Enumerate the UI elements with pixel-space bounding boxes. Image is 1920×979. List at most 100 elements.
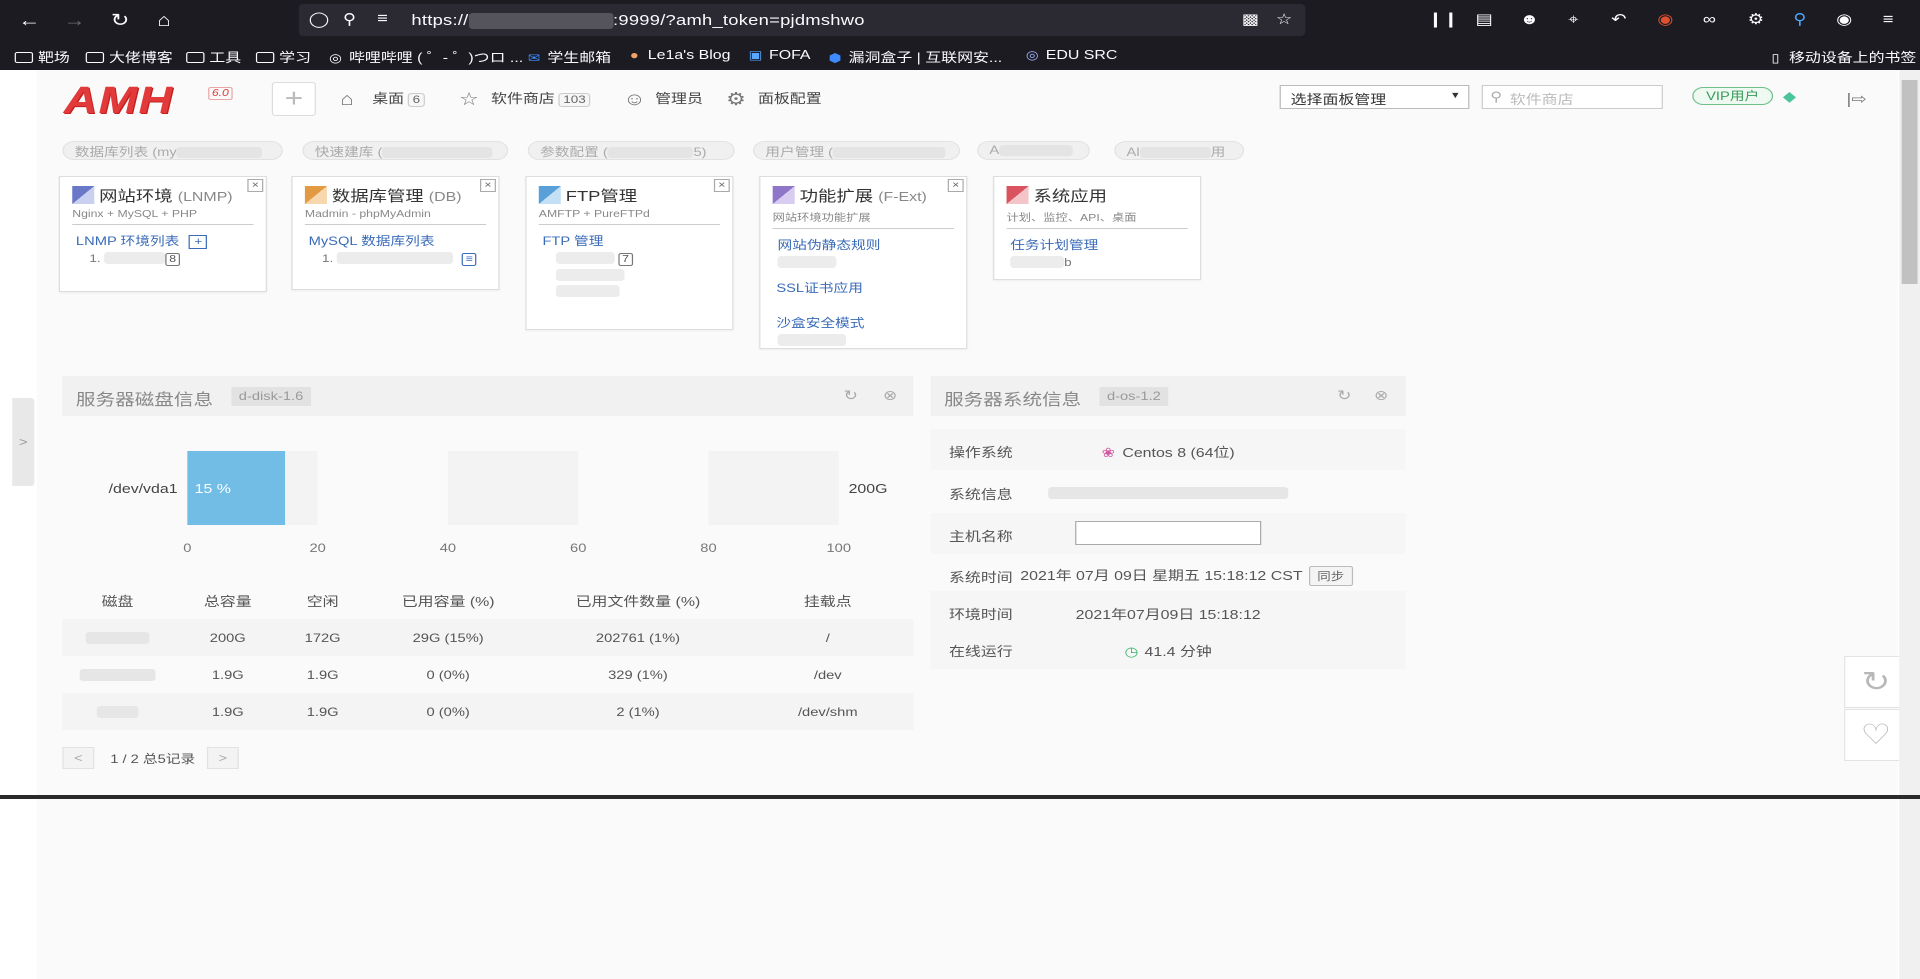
add-icon[interactable]: + bbox=[189, 235, 208, 249]
card-item[interactable] bbox=[555, 269, 720, 282]
redacted bbox=[555, 252, 615, 264]
redacted bbox=[833, 147, 946, 159]
store-search-input[interactable]: ⚲ 软件商店 bbox=[1481, 85, 1663, 109]
clock-icon: ◷ bbox=[1124, 644, 1139, 659]
menu-hamburger-icon[interactable]: ≡ bbox=[1876, 10, 1900, 30]
bookmark-item[interactable]: 学习 bbox=[255, 47, 311, 66]
nav-panel-config[interactable]: ⚙ 面板配置 bbox=[726, 88, 822, 110]
scrollbar-thumb[interactable] bbox=[1901, 80, 1918, 284]
card-item[interactable]: 7 bbox=[555, 252, 720, 266]
card-link[interactable]: 沙盒安全模式 bbox=[776, 314, 954, 331]
panel-select[interactable]: 选择面板管理 ▼ bbox=[1279, 85, 1470, 109]
quick-tab[interactable]: 数据库列表 (my bbox=[62, 141, 283, 160]
table-cell: 202761 (1%) bbox=[533, 619, 743, 656]
row-value: ❀ Centos 8 (64位) bbox=[931, 442, 1406, 461]
quick-tab-label: A bbox=[989, 143, 1000, 157]
undo-icon[interactable]: ↶ bbox=[1607, 10, 1631, 30]
item-count: 8 bbox=[165, 253, 180, 266]
quick-tab[interactable]: 用户管理 ( bbox=[753, 141, 961, 160]
forward-arrow-icon[interactable]: → bbox=[60, 8, 89, 32]
extension-hackbar-icon[interactable]: ⚙ bbox=[1744, 10, 1768, 30]
bookmark-item[interactable]: ✉ 学生邮箱 bbox=[525, 47, 611, 66]
redacted bbox=[96, 706, 139, 719]
card-link[interactable]: SSL证书应用 bbox=[776, 279, 954, 296]
refresh-icon[interactable]: ↻ bbox=[844, 387, 858, 404]
sidebar-toggle[interactable]: > bbox=[12, 398, 35, 486]
user-icon: ☺ bbox=[623, 89, 646, 109]
card-title[interactable]: 网站环境 bbox=[99, 188, 172, 205]
bookmark-star-icon[interactable]: ☆ bbox=[1276, 10, 1292, 28]
quick-tab[interactable]: 参数配置 (5) bbox=[527, 141, 735, 160]
card-subtitle: 计划、监控、API、桌面 bbox=[1006, 209, 1188, 229]
card-link[interactable]: MySQL 数据库列表 bbox=[309, 232, 487, 249]
bookmark-item[interactable]: 大佬博客 bbox=[85, 47, 173, 66]
reload-icon[interactable]: ↻ bbox=[105, 8, 134, 32]
permissions-icon[interactable]: ≡ bbox=[377, 10, 388, 27]
nav-desktop[interactable]: ⌂ 桌面 6 bbox=[340, 88, 426, 110]
nav-admin[interactable]: ☺ 管理员 bbox=[623, 88, 703, 110]
library-icon[interactable]: ❙❙ bbox=[1428, 10, 1459, 30]
card-link[interactable]: LNMP 环境列表 + bbox=[76, 232, 254, 249]
nav-app-store[interactable]: ☆ 软件商店 103 bbox=[459, 88, 591, 110]
bookmark-item[interactable]: ● Le1a's Blog bbox=[626, 47, 731, 62]
block-title: 服务器系统信息 bbox=[944, 392, 1082, 409]
bookmark-item[interactable]: ⬢ 漏洞盒子 | 互联网安... bbox=[827, 47, 1002, 66]
add-shortcut-button[interactable]: + bbox=[271, 82, 316, 116]
shield-icon[interactable]: ◯ bbox=[309, 10, 330, 28]
back-arrow-icon[interactable]: ← bbox=[15, 8, 44, 32]
hostname-input[interactable] bbox=[1075, 521, 1262, 545]
x-tick-label: 100 bbox=[827, 541, 852, 554]
card-title[interactable]: 数据库管理 bbox=[332, 188, 424, 205]
url-text[interactable]: https://:9999/?amh_token=pjdmshwo bbox=[411, 12, 864, 30]
card-item[interactable] bbox=[555, 285, 720, 298]
card-link[interactable]: 网站伪静态规则 bbox=[778, 236, 954, 253]
logout-icon[interactable]: |⇨ bbox=[1847, 90, 1867, 108]
bookmark-item[interactable]: ▣ FOFA bbox=[747, 47, 811, 62]
prev-page-button[interactable]: < bbox=[62, 747, 95, 769]
close-icon[interactable]: × bbox=[713, 179, 730, 192]
bookmark-item[interactable]: 工具 bbox=[186, 47, 241, 66]
extension-circle-icon[interactable]: ◉ bbox=[1832, 10, 1856, 30]
column-header: 已用文件数量 (%) bbox=[575, 593, 701, 609]
crop-icon[interactable]: ⌖ bbox=[1561, 10, 1585, 30]
mobile-bookmarks[interactable]: ▯ 移动设备上的书签 bbox=[1767, 47, 1916, 66]
card-title[interactable]: 功能扩展 bbox=[800, 188, 873, 205]
close-circle-icon[interactable]: ⊗ bbox=[883, 387, 897, 404]
account-icon[interactable]: ☻ bbox=[1517, 10, 1541, 30]
flag-icon bbox=[72, 186, 95, 204]
card-link[interactable]: FTP 管理 bbox=[542, 232, 720, 249]
card-title[interactable]: FTP管理 bbox=[566, 188, 637, 205]
card-item[interactable]: 1. ≡ bbox=[322, 252, 486, 266]
centos-icon: ❀ bbox=[1101, 445, 1115, 460]
vip-badge[interactable]: VIP用户 bbox=[1692, 87, 1774, 105]
extension-pin-icon[interactable]: ⚲ bbox=[1788, 10, 1812, 30]
extension-cat-icon[interactable]: ◉ bbox=[1653, 10, 1677, 30]
bookmark-item[interactable]: ◎ 哔哩哔哩 ( ゜- ゜)つロ ... bbox=[327, 47, 523, 66]
address-bar[interactable]: ◯ ⚲ ≡ https://:9999/?amh_token=pjdmshwo … bbox=[298, 4, 1306, 36]
quick-tab[interactable]: A bbox=[977, 141, 1090, 160]
bookmark-item[interactable]: 靶场 bbox=[14, 47, 70, 66]
quick-tab[interactable]: Al 用 bbox=[1114, 141, 1245, 160]
close-icon[interactable]: × bbox=[480, 179, 496, 192]
refresh-icon[interactable]: ↻ bbox=[1337, 387, 1351, 404]
close-circle-icon[interactable]: ⊗ bbox=[1374, 387, 1388, 404]
card-item[interactable]: 1. 8 bbox=[89, 252, 253, 266]
qr-code-icon[interactable]: ▩ bbox=[1242, 10, 1259, 28]
os-row: 主机名称 bbox=[930, 513, 1406, 554]
card-title[interactable]: 系统应用 bbox=[1033, 188, 1106, 205]
home-icon[interactable]: ⌂ bbox=[149, 8, 178, 32]
card-link[interactable]: 任务计划管理 bbox=[1010, 236, 1188, 253]
list-icon[interactable]: ≡ bbox=[462, 253, 477, 266]
lock-icon[interactable]: ⚲ bbox=[343, 10, 356, 28]
table-cell: 329 (1%) bbox=[608, 667, 668, 682]
close-icon[interactable]: × bbox=[947, 179, 964, 192]
reader-view-icon[interactable]: ▤ bbox=[1472, 10, 1496, 30]
bookmark-item[interactable]: ◎ EDU SRC bbox=[1024, 47, 1118, 62]
amh-logo[interactable]: AMH bbox=[64, 80, 174, 123]
close-icon[interactable]: × bbox=[247, 179, 264, 192]
sync-button[interactable]: 同步 bbox=[1308, 566, 1353, 586]
mail-icon: ✉ bbox=[527, 51, 541, 65]
extension-glasses-icon[interactable]: ∞ bbox=[1697, 10, 1721, 30]
quick-tab[interactable]: 快速建库 ( bbox=[302, 141, 509, 160]
next-page-button[interactable]: > bbox=[206, 747, 239, 769]
